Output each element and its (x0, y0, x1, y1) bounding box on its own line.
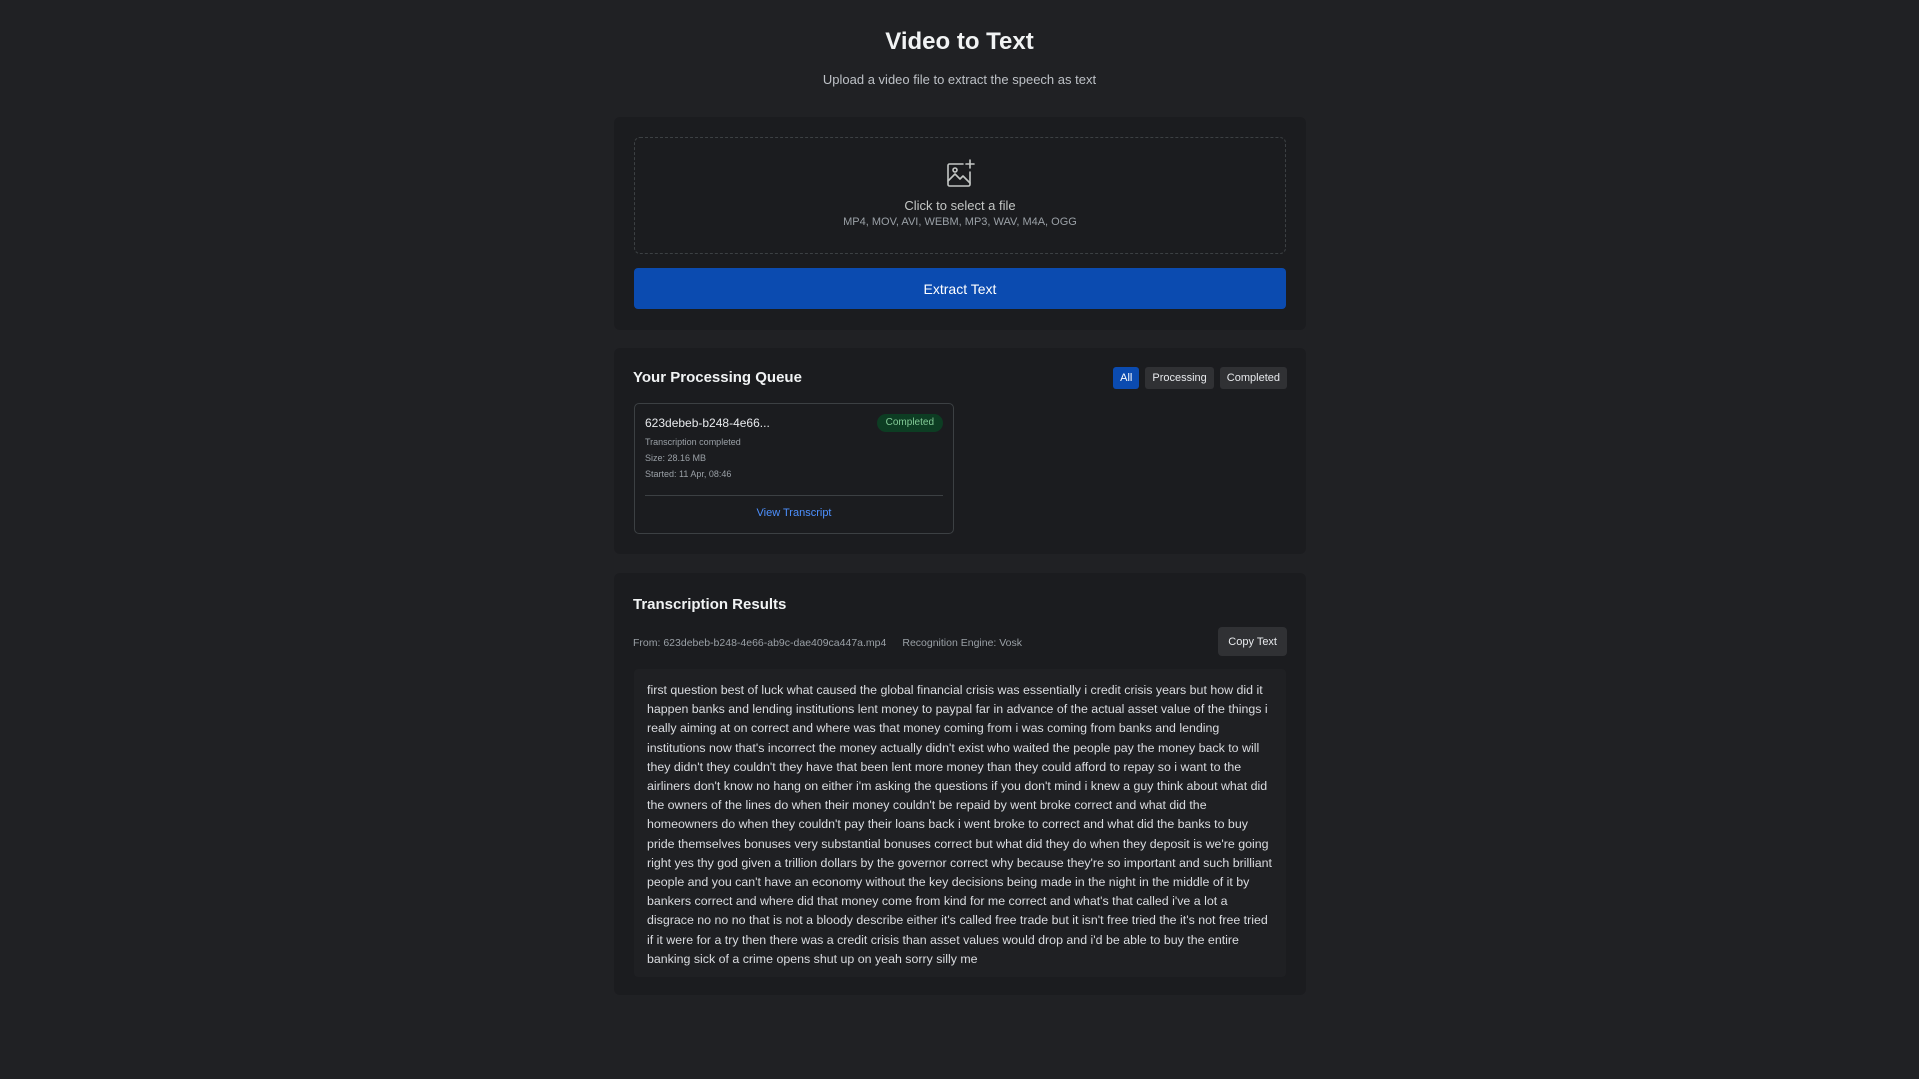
results-meta: From: 623debeb-b248-4e66-ab9c-dae409ca44… (633, 637, 1022, 649)
app-page: Video to Text Upload a video file to ext… (0, 0, 1919, 1079)
copy-text-button[interactable]: Copy Text (1218, 627, 1287, 656)
page-title: Video to Text (885, 28, 1034, 55)
source-file: From: 623debeb-b248-4e66-ab9c-dae409ca44… (633, 637, 887, 649)
queue-job-card: 623debeb-b248-4e66... Completed Transcri… (634, 403, 954, 534)
recognition-engine: Recognition Engine: Vosk (902, 637, 1023, 649)
page-header: Video to Text Upload a video file to ext… (0, 24, 1919, 87)
queue-card: Your Processing Queue All Processing Com… (614, 348, 1306, 554)
queue-title: Your Processing Queue (633, 369, 802, 386)
job-started-time: Started: 11 Apr, 08:46 (645, 469, 732, 479)
job-file-size: Size: 28.16 MB (645, 453, 707, 463)
filter-all-button[interactable]: All (1113, 367, 1140, 389)
supported-formats: MP4, MOV, AVI, WEBM, MP3, WAV, M4A, OGG (843, 216, 1077, 228)
job-status-message: Transcription completed (645, 437, 741, 447)
job-divider (645, 495, 943, 496)
queue-filters: All Processing Completed (1113, 367, 1287, 389)
results-card: Transcription Results From: 623debeb-b24… (614, 573, 1306, 995)
page-subtitle: Upload a video file to extract the speec… (822, 72, 1097, 87)
view-transcript-link[interactable]: View Transcript (635, 507, 953, 519)
transcript-text: first question best of luck what caused … (634, 669, 1286, 977)
job-file-name: 623debeb-b248-4e66... (645, 416, 770, 430)
filter-processing-button[interactable]: Processing (1145, 367, 1214, 389)
dropzone-prompt: Click to select a file (904, 198, 1016, 213)
file-dropzone[interactable]: Click to select a file MP4, MOV, AVI, WE… (634, 137, 1286, 254)
status-badge: Completed (876, 414, 943, 432)
extract-text-button[interactable]: Extract Text (634, 268, 1286, 309)
results-title: Transcription Results (633, 596, 787, 613)
upload-card: Click to select a file MP4, MOV, AVI, WE… (614, 117, 1306, 330)
add-image-icon (947, 159, 975, 187)
filter-completed-button[interactable]: Completed (1219, 367, 1287, 389)
